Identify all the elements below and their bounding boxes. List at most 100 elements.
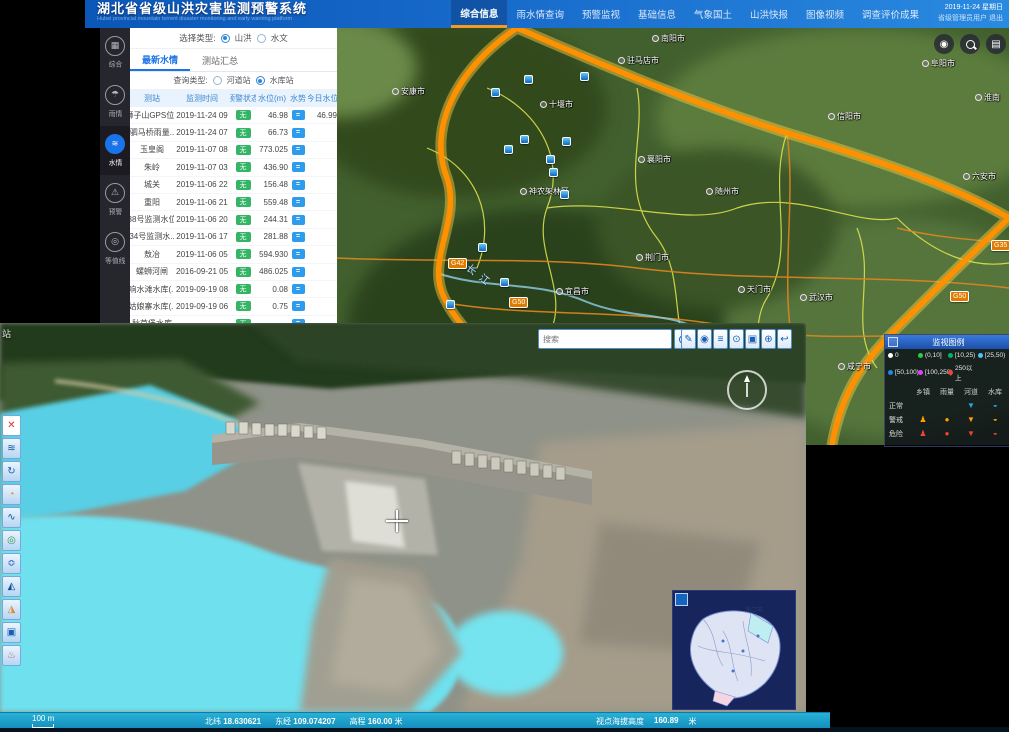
sand-tool-button[interactable]: ◮ (2, 599, 21, 620)
table-row[interactable]: 重阳2019-11-06 21无559.48= (130, 194, 337, 211)
map-city-label: 随州市 (706, 186, 739, 197)
station-marker[interactable] (524, 75, 533, 84)
camera-tool-button[interactable]: ◉ (697, 329, 712, 349)
map-city-label: 宜昌市 (556, 286, 589, 297)
compass-needle-icon (746, 383, 748, 397)
comprehensive-icon: ▦ (105, 36, 125, 56)
sidebar-item-isoline[interactable]: ◎ 等值线 (100, 224, 130, 273)
ripple-icon: ∿ (7, 512, 15, 523)
view-tool-button[interactable]: ⊙ (729, 329, 744, 349)
undo-tool-button[interactable]: ↩ (777, 329, 792, 349)
station-marker[interactable] (580, 72, 589, 81)
sidebar-item-water[interactable]: ≋ 水情 (100, 126, 130, 175)
station-marker[interactable] (546, 155, 555, 164)
typhoon-tool-button[interactable]: ◔ (2, 484, 21, 505)
table-row[interactable]: 朱岭2019-11-07 03无436.90= (130, 159, 337, 176)
status-badge: 无 (236, 110, 251, 120)
table-row[interactable]: 响水滩水库(..2019-09-19 08无0.08= (130, 281, 337, 298)
scale-indicator: 100 m (32, 714, 54, 728)
current-date: 2019-11-24 星期日 (938, 3, 1003, 14)
map-city-label: 天门市 (738, 284, 771, 295)
station-marker[interactable] (520, 135, 529, 144)
station-marker[interactable] (446, 300, 455, 309)
table-row[interactable]: 姑娘寨水库(..2019-09-19 06无0.75= (130, 298, 337, 315)
viewer-statusbar: 100 m 北纬 18.630621 东经 109.074207 高程 160.… (0, 712, 830, 728)
station-marker[interactable] (562, 137, 571, 146)
nav-item-basic-info[interactable]: 基础信息 (629, 0, 685, 28)
layers-button[interactable]: ▤ (986, 34, 1006, 54)
scene-3d-viewer[interactable]: 站 ✎ ◉ ≡ ⊙ ▣ ⊕ ↩ ✕ ≋ ↻ ◔ ∿ ◎ ≎ ◭ ◮ ▣ ♨ 海口… (0, 323, 806, 712)
table-row[interactable]: 螺蛳河闸2016-09-21 05无486.025= (130, 264, 337, 281)
nav-item-rain-water-query[interactable]: 雨水情查询 (507, 0, 573, 28)
status-badge: 无 (236, 162, 251, 172)
station-marker[interactable] (500, 278, 509, 287)
radar-tool-button[interactable]: ◎ (2, 530, 21, 551)
nav-item-meteo-land[interactable]: 气象国土 (685, 0, 741, 28)
town-danger-icon: ♟ (919, 429, 926, 438)
nav-item-warning-monitor[interactable]: 预警监视 (573, 0, 629, 28)
trend-badge: = (292, 215, 305, 225)
image-tool-button[interactable]: ▣ (745, 329, 760, 349)
nav-item-survey-results[interactable]: 调查评价成果 (853, 0, 928, 28)
station-marker[interactable] (560, 190, 569, 199)
terrain-tool-button[interactable]: ◭ (2, 576, 21, 597)
map-city-label: 六安市 (963, 171, 996, 182)
legend-panel: 监视图例 0 (0,10] [10,25) [25,50) [50,100) [… (884, 334, 1009, 447)
table-row[interactable]: 玉皇阁2019-11-07 08无773.025= (130, 142, 337, 159)
city-marker-icon (638, 156, 645, 163)
table-row[interactable]: 34号监测水..2019-11-06 17无281.88= (130, 229, 337, 246)
radio-reservoir-station[interactable] (256, 76, 265, 85)
image-icon: ▣ (748, 334, 757, 345)
status-badge: 无 (236, 301, 251, 311)
nav-item-flood-bulletin[interactable]: 山洪快报 (741, 0, 797, 28)
scale-dot (918, 370, 923, 375)
sidebar-item-comprehensive[interactable]: ▦ 综合 (100, 28, 130, 77)
inset-expand-icon[interactable] (675, 593, 688, 606)
station-marker[interactable] (478, 243, 487, 252)
splash-tool-button[interactable]: ≎ (2, 553, 21, 574)
legend-icon (888, 337, 898, 347)
flood-tool-button[interactable]: ≋ (2, 438, 21, 459)
status-badge: 无 (236, 215, 251, 225)
table-row[interactable]: 驷马桥雨量..2019-11-24 07无66.73= (130, 124, 337, 141)
map-search-button[interactable] (960, 34, 980, 54)
station-marker[interactable] (491, 88, 500, 97)
radio-river-station[interactable] (213, 76, 222, 85)
table-row[interactable]: 城关2019-11-06 22无156.48= (130, 177, 337, 194)
rotate-tool-button[interactable]: ↻ (2, 461, 21, 482)
locate-button[interactable]: ◉ (934, 34, 954, 54)
city-marker-icon (963, 173, 970, 180)
list-tool-button[interactable]: ≡ (713, 329, 728, 349)
table-header: 测站 监测时间 预警状态 水位(m) 水势 今日水位 (130, 90, 337, 107)
scale-dot (888, 353, 893, 358)
trend-badge: = (292, 128, 305, 138)
table-row[interactable]: 敖冶2019-11-06 05无594.930= (130, 246, 337, 263)
globe-icon: ⊕ (764, 334, 772, 345)
search-input[interactable] (538, 329, 672, 349)
app-title: 湖北省省级山洪灾害监测预警系统 (97, 2, 307, 15)
frame-tool-button[interactable]: ▣ (2, 622, 21, 643)
ripple-tool-button[interactable]: ∿ (2, 507, 21, 528)
sidebar-item-rain[interactable]: ☂ 雨情 (100, 77, 130, 126)
tab-latest-water[interactable]: 最新水情 (130, 49, 190, 71)
table-row[interactable]: 38号监测水位2019-11-06 20无244.31= (130, 211, 337, 228)
table-row[interactable]: 狮子山GPS位..2019-11-24 09无46.98=46.99 (130, 107, 337, 124)
station-marker[interactable] (504, 145, 513, 154)
scale-dot (918, 353, 923, 358)
radio-hydrology[interactable] (257, 34, 266, 43)
tab-station-summary[interactable]: 测站汇总 (190, 49, 250, 71)
nav-item-video[interactable]: 图像视频 (797, 0, 853, 28)
station-marker[interactable] (549, 168, 558, 177)
sidebar-item-warning[interactable]: ⚠ 预警 (100, 175, 130, 224)
user-logout[interactable]: 省级管理员用户 退出 (938, 14, 1003, 25)
overview-inset-map[interactable]: 海口市 (672, 590, 796, 710)
close-tool-button[interactable]: ✕ (2, 415, 21, 436)
draw-tool-button[interactable]: ✎ (681, 329, 696, 349)
radio-mountain-flood[interactable] (221, 34, 230, 43)
globe-tool-button[interactable]: ⊕ (761, 329, 776, 349)
trend-badge: = (292, 162, 305, 172)
compass[interactable] (727, 370, 767, 410)
app-title-block: 湖北省省级山洪灾害监测预警系统 Hubei provincial mountai… (85, 0, 307, 28)
nav-item-comprehensive[interactable]: 综合信息 (451, 0, 507, 28)
analysis-tool-button[interactable]: ♨ (2, 645, 21, 666)
